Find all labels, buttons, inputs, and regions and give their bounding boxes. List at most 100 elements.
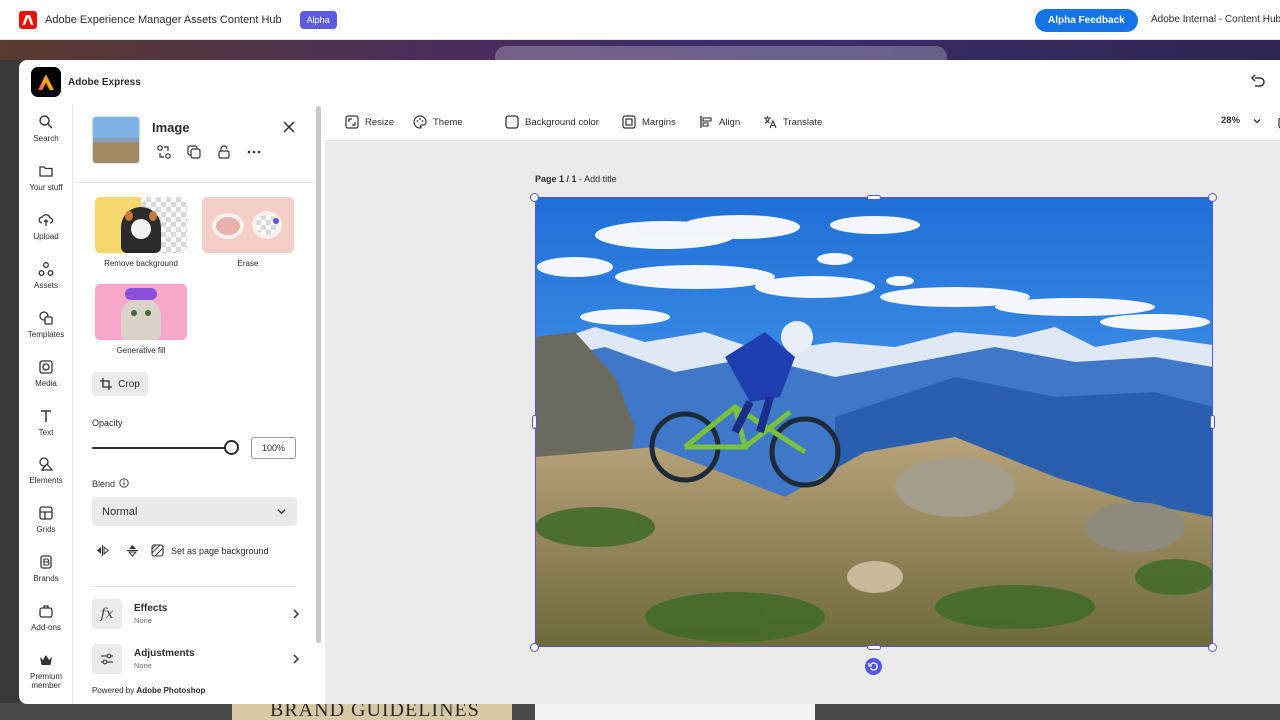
effects-row[interactable]: fx Effects None [92,597,302,631]
crop-icon [100,378,112,390]
rail-item-text[interactable]: Text [19,408,73,437]
chevron-down-icon [276,506,287,517]
brands-icon [38,554,54,570]
alpha-feedback-button[interactable]: Alpha Feedback [1035,9,1138,32]
adjustments-row[interactable]: Adjustments None [92,642,302,676]
opacity-slider-handle[interactable] [224,440,239,455]
undo-icon[interactable] [1249,73,1267,91]
background-color-button[interactable]: Background color [505,115,599,129]
page-label: Page 1 / 1 - Add title [535,174,617,184]
powered-brand: Adobe Photoshop [136,686,205,695]
feature-label: Generative fill [117,346,166,355]
powered-prefix: Powered by [92,686,134,695]
erase-preview [202,197,294,253]
rail-item-grids[interactable]: Grids [19,505,73,534]
info-icon[interactable] [119,478,129,488]
align-button[interactable]: Align [699,115,740,129]
translate-button[interactable]: Translate [763,115,822,129]
resize-handle-top-left[interactable] [530,193,539,202]
rail-item-upload[interactable]: Upload [19,212,73,241]
selection-frame[interactable] [535,197,1213,647]
powered-by-note: Powered by Adobe Photoshop [92,686,205,695]
remove-background-preview [95,197,187,253]
grids-icon [38,505,54,521]
adjustments-icon [92,644,122,674]
assets-icon [38,261,54,277]
rail-item-premium[interactable]: Premium member [19,652,73,690]
alpha-badge: Alpha [300,11,337,29]
resize-handle-left[interactable] [532,415,537,429]
modal-title: Adobe Express [68,77,141,88]
remove-background-card[interactable]: Remove background [95,197,187,268]
resize-label: Resize [365,117,394,128]
rotate-handle[interactable] [865,658,882,675]
panel-scrollbar[interactable] [316,106,321,643]
replace-icon[interactable] [156,144,172,160]
rail-label: Your stuff [29,183,62,192]
flip-vertical-icon[interactable] [126,544,139,557]
generative-fill-preview [95,284,187,340]
page-background-icon[interactable] [151,544,164,557]
design-canvas[interactable]: Page 1 / 1 - Add title [325,141,1280,704]
duplicate-icon[interactable] [186,144,202,160]
resize-handle-bottom[interactable] [867,645,881,650]
rail-item-elements[interactable]: Elements [19,456,73,485]
effects-value: None [134,616,167,625]
elements-icon [38,456,54,472]
crop-label: Crop [118,379,140,390]
background-color-label: Background color [525,117,599,128]
rail-item-media[interactable]: Media [19,359,73,388]
align-left-icon [699,115,713,129]
opacity-label: Opacity [92,418,123,428]
org-switcher[interactable]: Adobe Internal - Content Hub [1151,14,1280,25]
rail-item-brands[interactable]: Brands [19,554,73,583]
rail-item-addons[interactable]: Add-ons [19,603,73,632]
chevron-right-icon [290,608,302,620]
unlock-icon[interactable] [216,144,232,160]
resize-handle-bottom-right[interactable] [1208,643,1217,652]
upload-icon [38,212,54,228]
resize-icon [345,115,359,129]
left-rail: Search Your stuff Upload Assets Template… [19,104,73,704]
margins-button[interactable]: Margins [622,115,676,129]
resize-button[interactable]: Resize [345,115,394,129]
resize-handle-top[interactable] [867,195,881,200]
opacity-slider-track[interactable] [92,447,232,449]
divider [74,182,314,183]
generative-fill-card[interactable]: Generative fill [95,284,187,355]
image-properties-panel: Image Remove background [74,104,314,704]
opacity-input[interactable]: 100% [251,437,296,459]
page-number: Page 1 / 1 [535,174,577,184]
rail-item-search[interactable]: Search [19,114,73,143]
app-name: Adobe Experience Manager Assets Content … [45,14,282,26]
translate-icon [763,115,777,129]
image-options-row: Set as page background [96,544,269,557]
erase-card[interactable]: Erase [202,197,294,268]
adobe-logo-icon [19,11,37,29]
rail-item-your-stuff[interactable]: Your stuff [19,163,73,192]
zoom-select[interactable]: 28% [1221,115,1262,126]
adobe-express-modal: Adobe Express Search Your stuff Upload A… [19,60,1280,704]
theme-button[interactable]: Theme [413,115,463,129]
close-icon[interactable] [283,121,295,133]
background-brand-text: BRAND GUIDELINES [270,703,480,720]
chevron-down-icon [1252,116,1262,126]
resize-handle-right[interactable] [1210,415,1215,429]
resize-handle-bottom-left[interactable] [530,643,539,652]
more-options-icon[interactable] [246,144,262,160]
blend-mode-select[interactable]: Normal [92,497,297,526]
add-title-field[interactable]: Add title [584,174,617,184]
rail-label: Assets [34,281,58,290]
resize-handle-top-right[interactable] [1208,193,1217,202]
flip-horizontal-icon[interactable] [96,544,109,557]
top-app-bar: Adobe Experience Manager Assets Content … [0,0,1280,40]
rail-item-templates[interactable]: Templates [19,310,73,339]
rail-item-assets[interactable]: Assets [19,261,73,290]
margins-icon [622,115,636,129]
adjustments-value: None [134,661,195,670]
crop-button[interactable]: Crop [92,372,148,396]
set-page-background-button[interactable]: Set as page background [171,546,269,556]
theme-label: Theme [433,117,463,128]
media-icon [38,359,54,375]
chevron-right-icon [290,653,302,665]
